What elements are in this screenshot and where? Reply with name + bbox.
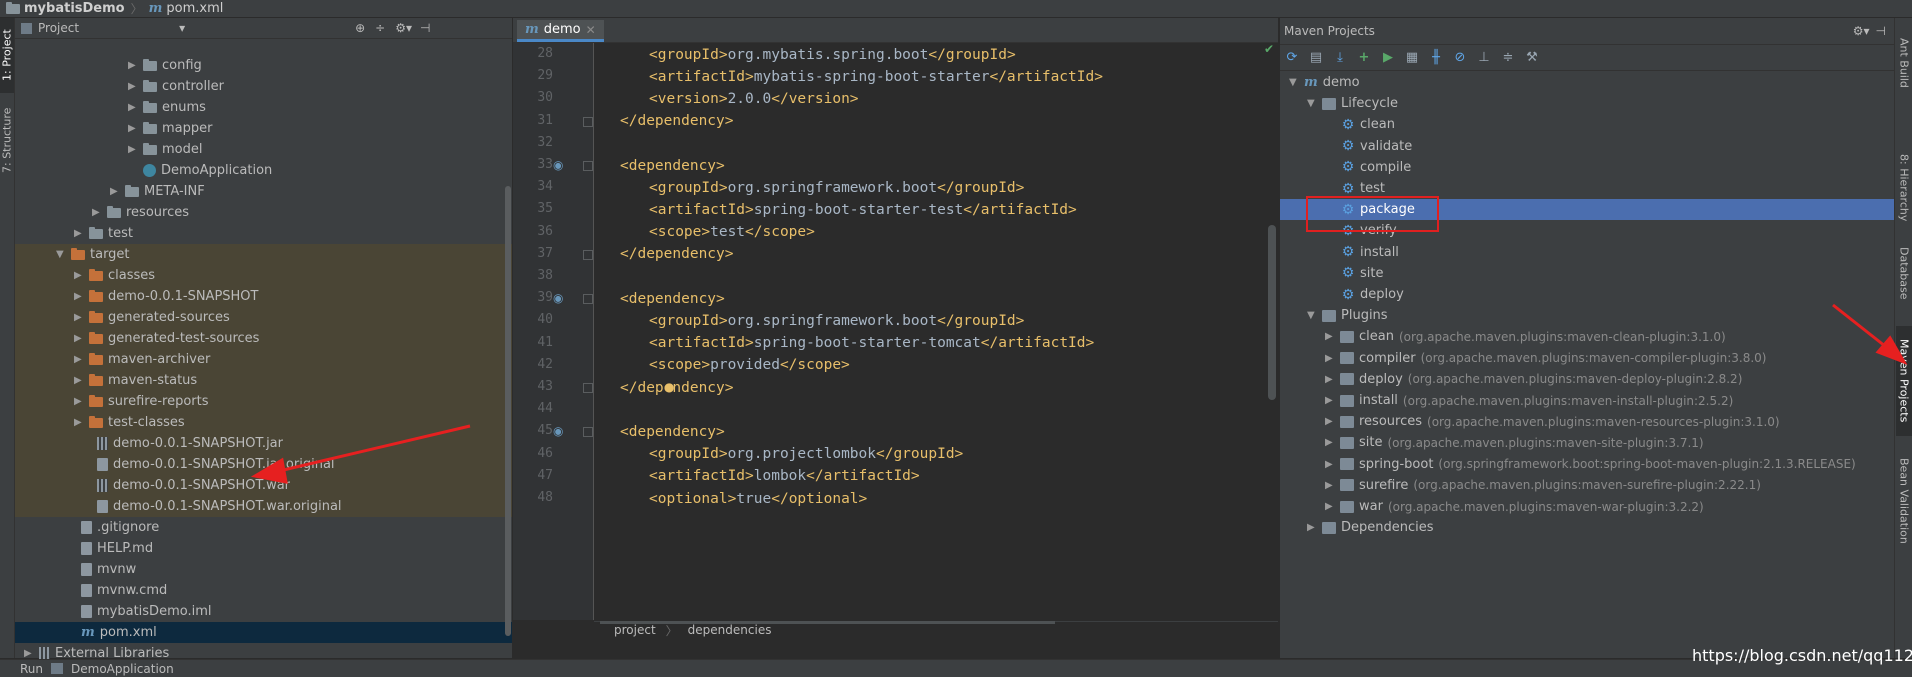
- annotation-arrowhead-maven: [1875, 335, 1908, 365]
- watermark-text: https://blog.csdn.net/qq1127: [1692, 646, 1912, 665]
- annotation-arrows: [250, 303, 1908, 484]
- annotation-arrow-war: [274, 424, 471, 474]
- annotation-arrowhead-war: [250, 457, 288, 484]
- annotation-arrow-maven: [1832, 303, 1891, 352]
